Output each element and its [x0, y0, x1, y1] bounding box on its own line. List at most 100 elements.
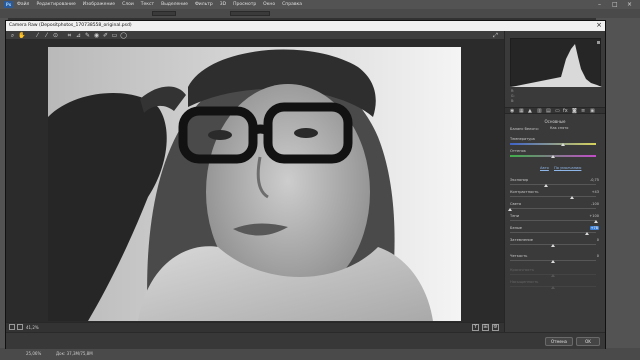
zoom-in-icon[interactable]	[17, 324, 23, 330]
histogram-g: G:	[511, 94, 515, 98]
menu-help[interactable]: Справка	[282, 2, 302, 7]
menu-type[interactable]: Текст	[141, 2, 154, 7]
slider-value[interactable]: +100	[589, 214, 599, 218]
white-balance-tool-icon[interactable]: ⁄	[34, 32, 41, 39]
slider-label: Белые	[510, 226, 523, 230]
straighten-tool-icon[interactable]: ⊿	[75, 32, 82, 39]
slider-thumb[interactable]	[569, 196, 574, 199]
status-zoom: 25,06%	[26, 351, 42, 356]
dialog-footer: Отмена OK	[6, 332, 605, 349]
slider-label: Затемнение	[510, 238, 533, 242]
targeted-adjustment-icon[interactable]: ⊙	[52, 32, 59, 39]
zoom-tool-icon[interactable]: ⌕	[9, 32, 16, 39]
detail-tab-icon[interactable]: ▲	[528, 108, 532, 115]
cancel-button[interactable]: Отмена	[545, 337, 573, 346]
red-eye-icon[interactable]: ◉	[93, 32, 100, 39]
color-sampler-icon[interactable]: ⁄	[43, 32, 50, 39]
basic-tab-icon[interactable]: ◉	[510, 108, 514, 115]
spot-removal-icon[interactable]: ✎	[84, 32, 91, 39]
white-balance-select[interactable]: Как снято	[550, 126, 598, 132]
slider-label: Температура	[510, 137, 535, 141]
presets-tab-icon[interactable]: ≡	[581, 108, 585, 115]
slider-label: Насыщенность	[510, 280, 539, 284]
hsl-tab-icon[interactable]: ▥	[537, 108, 542, 115]
menu-select[interactable]: Выделение	[161, 2, 188, 7]
photoshop-logo: Ps	[4, 1, 13, 8]
histogram-r: R:	[511, 89, 515, 93]
default-link[interactable]: По умолчанию	[554, 166, 581, 170]
camera-calibration-tab-icon[interactable]: ◙	[572, 108, 577, 115]
zoom-level[interactable]: 41,2%	[26, 325, 39, 330]
close-window-icon[interactable]: ×	[627, 1, 632, 8]
slider-thumb[interactable]	[551, 260, 555, 263]
crop-tool-icon[interactable]: ⌗	[66, 32, 73, 39]
slider-thumb[interactable]	[544, 184, 549, 187]
preview-area	[6, 40, 504, 322]
slider-track[interactable]	[510, 184, 596, 185]
panel-heading: Основные	[544, 119, 566, 124]
slider-value[interactable]: -0,75	[590, 178, 599, 182]
slider-thumb[interactable]	[594, 220, 598, 223]
menu-view[interactable]: Просмотр	[233, 2, 256, 7]
ok-button[interactable]: OK	[576, 337, 600, 346]
settings-icon[interactable]: ⚙	[492, 324, 499, 331]
slider-thumb[interactable]	[551, 274, 555, 277]
slider-value[interactable]: +43	[592, 190, 599, 194]
tone-curve-tab-icon[interactable]: ▦	[519, 108, 524, 115]
slider-value[interactable]: 0	[597, 254, 599, 258]
slider-value[interactable]: -100	[591, 202, 599, 206]
lens-tab-icon[interactable]: ▭	[555, 108, 560, 115]
slider-label: Контрастность	[510, 190, 539, 194]
close-icon[interactable]: ×	[596, 21, 602, 29]
menu-window[interactable]: Окно	[263, 2, 275, 7]
slider-track[interactable]	[510, 208, 596, 209]
compare-view-icon[interactable]: ⊞	[482, 324, 489, 331]
slider-thumb[interactable]	[508, 208, 512, 211]
slider-thumb[interactable]	[551, 155, 555, 158]
portrait-photo	[48, 47, 461, 321]
slider-track[interactable]	[510, 143, 596, 145]
dialog-title: Camera Raw (Depositphotos_170738558_orig…	[9, 23, 132, 28]
slider-track[interactable]	[510, 220, 596, 221]
camera-raw-titlebar: Camera Raw (Depositphotos_170738558_orig…	[6, 21, 605, 31]
panel-tabs: ◉ ▦ ▲ ▥ ▤ ▭ fx ◙ ≡ ▣	[505, 107, 605, 114]
options-dropdown[interactable]	[152, 11, 176, 16]
menu-image[interactable]: Изображение	[83, 2, 115, 7]
minimize-icon[interactable]: –	[598, 1, 601, 8]
slider-thumb[interactable]	[551, 286, 555, 289]
slider-value[interactable]: +78	[589, 226, 599, 230]
preview-bottom-bar: 41,2% Y ⊞ ⚙	[6, 322, 504, 332]
menu-edit[interactable]: Редактирование	[36, 2, 75, 7]
filter-icon[interactable]: Y	[472, 324, 479, 331]
menu-filter[interactable]: Фильтр	[195, 2, 213, 7]
adjustments-panel: R: G: B: ◉ ▦ ▲ ▥ ▤ ▭ fx ◙ ≡ ▣ Основные Б…	[504, 31, 605, 332]
menu-file[interactable]: Файл	[17, 2, 29, 7]
menu-layers[interactable]: Слои	[122, 2, 134, 7]
split-toning-tab-icon[interactable]: ▤	[546, 108, 551, 115]
slider-thumb[interactable]	[561, 143, 566, 146]
options-field[interactable]	[230, 11, 270, 16]
photoshop-options-bar	[0, 9, 640, 18]
graduated-filter-icon[interactable]: ▭	[111, 32, 118, 39]
slider-label: Тени	[510, 214, 520, 218]
histogram-graph	[511, 41, 602, 87]
slider-thumb[interactable]	[551, 244, 555, 247]
photoshop-menubar: Ps Файл Редактирование Изображение Слои …	[0, 0, 640, 9]
slider-track[interactable]	[510, 232, 596, 233]
maximize-icon[interactable]: □	[612, 1, 618, 8]
slider-track[interactable]	[510, 196, 596, 197]
zoom-out-icon[interactable]	[9, 324, 15, 330]
radial-filter-icon[interactable]: ◯	[120, 32, 127, 39]
slider-label: Экспонир	[510, 178, 529, 182]
hand-tool-icon[interactable]: ✋	[18, 32, 25, 39]
auto-link[interactable]: Авто	[540, 166, 549, 170]
snapshots-tab-icon[interactable]: ▣	[590, 108, 595, 115]
effects-tab-icon[interactable]: fx	[563, 108, 568, 115]
slider-thumb[interactable]	[584, 232, 589, 235]
adjustment-brush-icon[interactable]: ✐	[102, 32, 109, 39]
slider-value[interactable]: 0	[597, 238, 599, 242]
slider-label: Света	[510, 202, 522, 206]
histogram	[510, 38, 602, 87]
menu-3d[interactable]: 3D	[220, 2, 226, 7]
fullscreen-icon[interactable]: ⤢	[492, 32, 499, 39]
